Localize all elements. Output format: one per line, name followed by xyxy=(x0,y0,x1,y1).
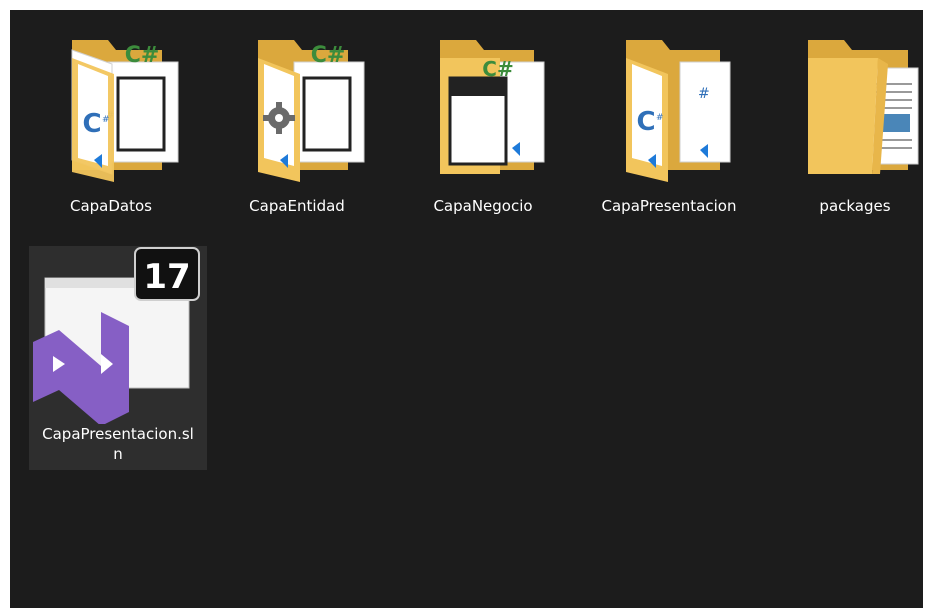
file-item-capanegocio[interactable]: C# CapaNegocio xyxy=(394,18,572,242)
file-view: C# C # C # CapaDatos C# xyxy=(10,10,923,608)
file-item-capaentidad[interactable]: C# CapaEntidad xyxy=(208,18,386,242)
svg-text:C: C xyxy=(636,107,655,137)
window-frame-top xyxy=(0,0,929,10)
svg-text:C#: C# xyxy=(125,43,160,68)
file-item-label: CapaPresentacion.sln xyxy=(42,425,194,463)
svg-text:C: C xyxy=(82,109,101,139)
file-item-capapresentacion-sln[interactable]: 17 CapaPresentacion.sln xyxy=(29,246,207,470)
file-item-label: CapaPresentacion xyxy=(601,197,737,215)
svg-text:#: # xyxy=(656,113,664,123)
folder-icon: C# C # C # xyxy=(71,40,179,182)
svg-text:C#: C# xyxy=(311,43,346,68)
file-item-packages[interactable]: packages xyxy=(766,18,929,242)
svg-text:#: # xyxy=(698,86,710,102)
window-frame-left xyxy=(0,0,10,608)
version-badge: 17 xyxy=(143,257,190,297)
svg-text:#: # xyxy=(102,115,110,125)
file-item-capadatos[interactable]: C# C # C # CapaDatos xyxy=(22,18,200,242)
folder-icon: C# xyxy=(440,40,545,174)
file-item-label: CapaNegocio xyxy=(433,197,533,215)
folder-icon: C# xyxy=(258,40,365,182)
file-item-label: CapaDatos xyxy=(70,197,152,215)
visual-studio-solution-icon: 17 xyxy=(33,247,200,424)
file-item-capapresentacion[interactable]: # C # CapaPresentacion xyxy=(580,18,758,242)
folder-icon: # C # xyxy=(626,40,731,182)
svg-text:C#: C# xyxy=(482,57,513,81)
file-item-label: CapaEntidad xyxy=(249,197,345,215)
file-item-label: packages xyxy=(819,197,891,215)
folder-icon xyxy=(808,40,919,174)
